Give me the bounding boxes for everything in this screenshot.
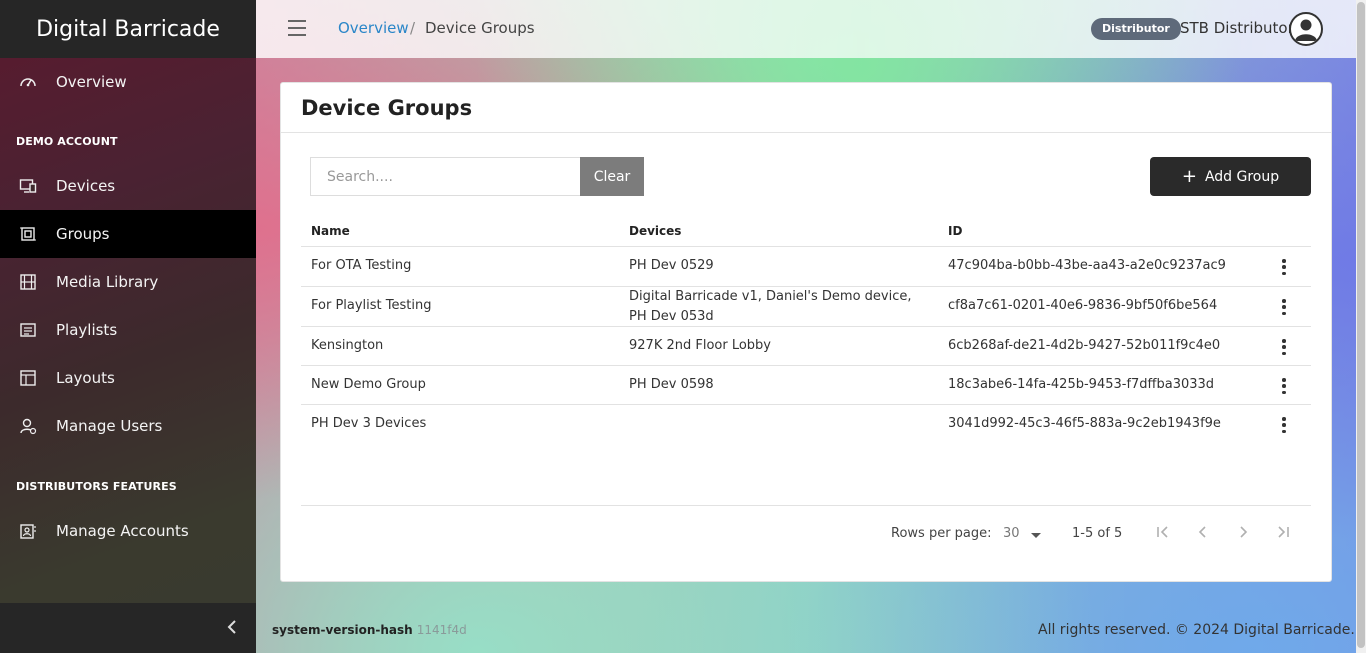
cell-name: PH Dev 3 Devices [311,416,427,431]
section-heading-distributors-features: DISTRIBUTORS FEATURES [16,480,177,493]
sidebar: Digital Barricade Overview DEMO ACCOUNT … [0,0,256,653]
scrollbar-thumb[interactable] [1357,2,1365,648]
sidebar-item-manage-users[interactable]: Manage Users [0,402,256,450]
sidebar-item-label: Overview [56,73,127,91]
sidebar-item-groups[interactable]: Groups [0,210,256,258]
plus-icon: + [1181,165,1197,187]
page-title: Device Groups [301,96,473,120]
add-group-label: Add Group [1204,168,1280,185]
more-vert-icon[interactable] [1281,417,1287,433]
sidebar-item-overview[interactable]: Overview [0,58,256,106]
rows-per-page-select[interactable]: 30 [1003,526,1020,541]
add-group-button[interactable]: + Add Group [1150,157,1311,196]
device-groups-card: Device Groups Clear + Add Group Name Dev… [280,82,1332,582]
playlist-icon [19,321,37,339]
last-page-icon[interactable] [1273,524,1293,544]
sidebar-item-label: Manage Users [56,417,163,435]
more-vert-icon[interactable] [1281,378,1287,394]
more-vert-icon[interactable] [1281,299,1287,315]
top-bar: Overview / Device Groups Distributor STB… [256,0,1356,58]
menu-icon[interactable] [288,20,306,36]
cell-devices: Digital Barricade v1, Daniel's Demo devi… [629,289,912,324]
first-page-icon[interactable] [1153,524,1173,544]
sidebar-item-devices[interactable]: Devices [0,162,256,210]
sidebar-footer [0,603,256,653]
table-row[interactable]: PH Dev 3 Devices 3041d992-45c3-46f5-883a… [301,404,1311,443]
avatar-user-icon[interactable] [1289,12,1323,46]
username: STB Distributor [1180,19,1294,37]
version-label: system-version-hash [272,623,413,637]
role-badge: Distributor [1091,18,1181,40]
groups-icon [19,225,37,243]
cell-name: For OTA Testing [311,258,412,273]
version-info: system-version-hash 1141f4d [272,623,467,637]
clear-button[interactable]: Clear [580,157,644,196]
column-header-id[interactable]: ID [948,224,962,238]
film-icon [19,273,37,291]
column-header-devices[interactable]: Devices [629,224,681,238]
cell-devices: PH Dev 0598 [629,377,714,392]
sidebar-item-label: Media Library [56,273,159,291]
breadcrumb-separator: / [410,19,416,37]
section-heading-demo-account: DEMO ACCOUNT [16,135,118,148]
table-row[interactable]: For Playlist Testing Digital Barricade v… [301,286,1311,326]
layout-icon [19,369,37,387]
column-header-name[interactable]: Name [311,224,350,238]
more-vert-icon[interactable] [1281,339,1287,355]
more-vert-icon[interactable] [1281,259,1287,275]
rows-per-page-label: Rows per page: [891,526,992,541]
divider [281,132,1331,133]
copyright: All rights reserved. © 2024 Digital Barr… [1038,622,1355,638]
brand-logo: Digital Barricade [0,0,256,58]
breadcrumb-current: Device Groups [425,19,535,37]
cell-id: cf8a7c61-0201-40e6-9836-9bf50f6be564 [948,298,1218,313]
table-row[interactable]: For OTA Testing PH Dev 0529 47c904ba-b0b… [301,246,1311,286]
cell-devices: PH Dev 0529 [629,258,714,273]
caret-down-icon[interactable] [1031,533,1041,538]
sidebar-item-label: Playlists [56,321,118,339]
previous-page-icon[interactable] [1193,524,1213,544]
cell-name: Kensington [311,338,384,353]
breadcrumb-overview-link[interactable]: Overview [338,19,409,37]
sidebar-item-label: Manage Accounts [56,522,189,540]
sidebar-item-media-library[interactable]: Media Library [0,258,256,306]
cell-devices: 927K 2nd Floor Lobby [629,338,772,353]
cell-id: 18c3abe6-14fa-425b-9453-f7dffba3033d [948,377,1215,392]
sidebar-item-layouts[interactable]: Layouts [0,354,256,402]
page-scrollbar[interactable] [1356,0,1366,653]
sidebar-item-label: Groups [56,225,110,243]
sidebar-item-playlists[interactable]: Playlists [0,306,256,354]
cell-name: New Demo Group [311,377,426,392]
chevron-left-icon[interactable] [226,619,238,640]
sidebar-item-manage-accounts[interactable]: Manage Accounts [0,507,256,555]
devices-icon [19,177,37,195]
users-icon [19,417,37,435]
table-row[interactable]: Kensington 927K 2nd Floor Lobby 6cb268af… [301,326,1311,365]
cell-id: 3041d992-45c3-46f5-883a-9c2eb1943f9e [948,416,1221,431]
version-hash: 1141f4d [416,623,467,637]
sidebar-item-label: Layouts [56,369,115,387]
divider [301,505,1311,506]
table-row[interactable]: New Demo Group PH Dev 0598 18c3abe6-14fa… [301,365,1311,404]
search-input[interactable] [310,157,581,196]
dashboard-gauge-icon [19,73,37,91]
cell-name: For Playlist Testing [311,298,432,313]
accounts-icon [19,522,37,540]
next-page-icon[interactable] [1233,524,1253,544]
cell-id: 47c904ba-b0bb-43be-aa43-a2e0c9237ac9 [948,258,1226,273]
sidebar-item-label: Devices [56,177,116,195]
cell-id: 6cb268af-de21-4d2b-9427-52b011f9c4e0 [948,338,1221,353]
pagination-range: 1-5 of 5 [1072,526,1123,541]
